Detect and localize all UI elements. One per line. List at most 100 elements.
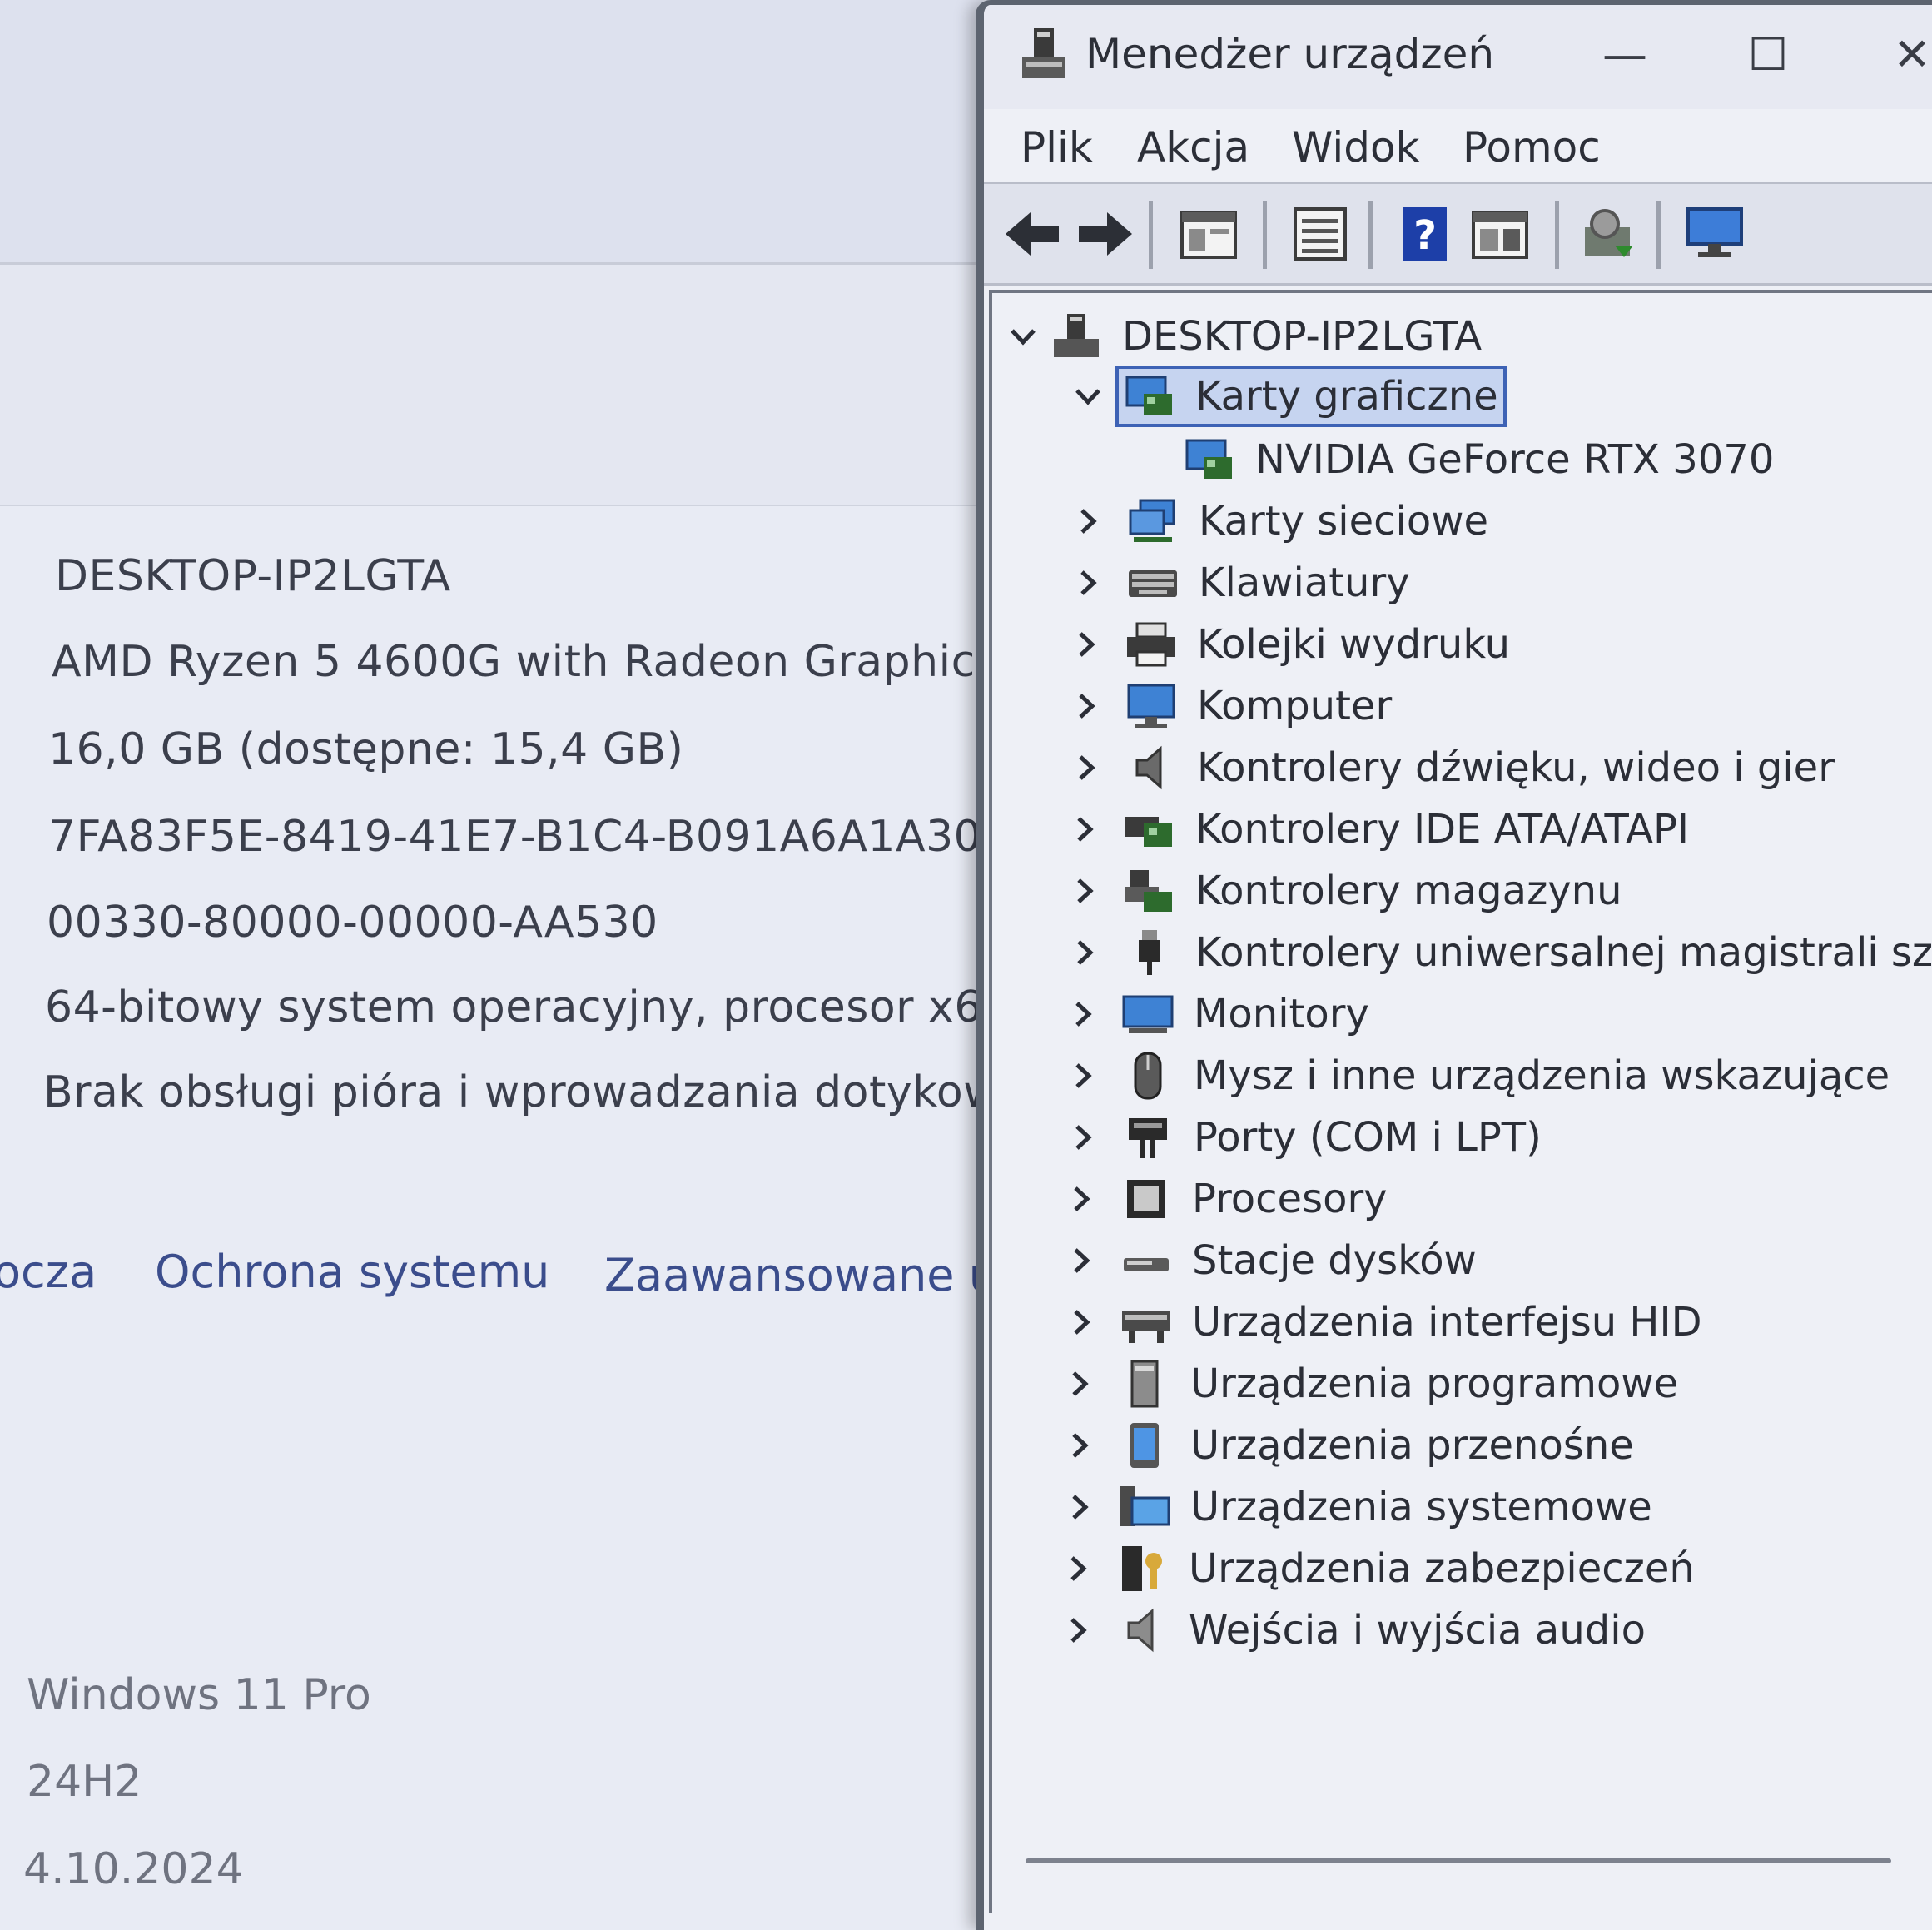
tree-category-usb-controllers[interactable]: Kontrolery uniwersalnej magistrali szere… <box>1065 924 1932 981</box>
tree-category-label: Porty (COM i LPT) <box>1194 1114 1542 1161</box>
toolbar-separator <box>1555 201 1559 269</box>
processor-value: AMD Ryzen 5 4600G with Radeon Graphics <box>52 637 982 687</box>
tree-category-hid[interactable]: Urządzenia interfejsu HID <box>1062 1294 1707 1351</box>
storage-controller-icon <box>1125 870 1172 912</box>
product-id-value: 00330-80000-00000-AA530 <box>47 898 658 948</box>
tree-category-sound-video-game[interactable]: Kontrolery dźwięku, wideo i gier <box>1067 739 1840 796</box>
chevron-right-icon[interactable] <box>1062 1303 1100 1341</box>
system-protection-link[interactable]: Ochrona systemu <box>155 1246 549 1298</box>
chevron-right-icon[interactable] <box>1059 1611 1097 1649</box>
tree-category-network-adapters[interactable]: Karty sieciowe <box>1069 493 1493 550</box>
update-driver-icon[interactable] <box>1577 202 1640 266</box>
tree-category-monitors[interactable]: Monitory <box>1064 986 1374 1042</box>
horizontal-scrollbar[interactable] <box>1026 1858 1891 1863</box>
tree-category-label: Urządzenia systemowe <box>1190 1484 1652 1530</box>
computer-tower-icon <box>1054 314 1099 357</box>
tree-category-ide-ata[interactable]: Kontrolery IDE ATA/ATAPI <box>1065 801 1694 858</box>
advanced-settings-link[interactable]: Zaawansowane u <box>604 1249 982 1301</box>
tree-category-system-devices[interactable]: Urządzenia systemowe <box>1060 1479 1657 1535</box>
chevron-right-icon[interactable] <box>1060 1365 1099 1403</box>
printer-icon <box>1127 622 1175 667</box>
menu-akcja[interactable]: Akcja <box>1137 123 1249 172</box>
windows-version-value: 24H2 <box>27 1757 142 1807</box>
chevron-right-icon[interactable] <box>1064 1118 1102 1157</box>
header-band <box>0 0 982 265</box>
back-icon[interactable] <box>1001 202 1064 266</box>
speaker-icon <box>1135 745 1162 790</box>
chevron-right-icon[interactable] <box>1064 995 1102 1033</box>
tree-category-label: Mysz i inne urządzenia wskazujące <box>1194 1052 1890 1099</box>
chevron-right-icon[interactable] <box>1064 1057 1102 1095</box>
menu-widok[interactable]: Widok <box>1292 123 1420 172</box>
network-adapter-icon <box>1129 499 1175 542</box>
tree-category-label: Stacje dysków <box>1192 1237 1477 1284</box>
tree-category-portable-devices[interactable]: Urządzenia przenośne <box>1060 1417 1639 1474</box>
tree-category-label: Procesory <box>1192 1176 1388 1222</box>
usb-plug-icon <box>1139 930 1160 975</box>
tree-category-mice[interactable]: Mysz i inne urządzenia wskazujące <box>1064 1047 1895 1104</box>
tree-category-label: Kolejki wydruku <box>1197 621 1511 668</box>
tree-category-label: Kontrolery magazynu <box>1195 868 1622 914</box>
link-partial[interactable]: ocza <box>0 1246 97 1298</box>
tree-category-label: Klawiatury <box>1199 560 1410 606</box>
chevron-right-icon[interactable] <box>1069 502 1107 540</box>
chevron-right-icon[interactable] <box>1069 564 1107 602</box>
tree-device-label: NVIDIA GeForce RTX 3070 <box>1255 436 1775 483</box>
tree-category-label: Kontrolery IDE ATA/ATAPI <box>1195 806 1690 853</box>
tree-category-audio-io[interactable]: Wejścia i wyjścia audio <box>1059 1602 1651 1659</box>
title-bar[interactable]: Menedżer urządzeń — ☐ ✕ <box>984 5 1932 109</box>
toolbar: ? <box>984 182 1932 286</box>
forward-icon[interactable] <box>1074 202 1137 266</box>
device-name-value: DESKTOP-IP2LGTA <box>55 551 451 601</box>
menu-bar: Plik Akcja Widok Pomoc <box>984 113 1932 180</box>
tree-device-gpu[interactable]: NVIDIA GeForce RTX 3070 <box>1184 431 1779 488</box>
details-list-icon[interactable] <box>1289 202 1352 266</box>
tree-category-display-adapters[interactable]: Karty graficzne <box>1069 366 1507 427</box>
tree-category-ports[interactable]: Porty (COM i LPT) <box>1064 1109 1547 1166</box>
tree-category-label: Wejścia i wyjścia audio <box>1189 1607 1646 1654</box>
tree-root-label: DESKTOP-IP2LGTA <box>1122 313 1483 360</box>
selected-item-highlight[interactable]: Karty graficzne <box>1115 366 1507 427</box>
chevron-right-icon[interactable] <box>1060 1426 1099 1465</box>
tree-category-security-devices[interactable]: Urządzenia zabezpieczeń <box>1059 1540 1700 1597</box>
tree-category-computer[interactable]: Komputer <box>1067 678 1397 734</box>
portable-device-icon <box>1130 1423 1159 1468</box>
minimize-button[interactable]: — <box>1592 28 1658 81</box>
help-icon[interactable]: ? <box>1393 202 1457 266</box>
chevron-down-icon[interactable] <box>1069 377 1107 415</box>
window-title: Menedżer urządzeń <box>1085 30 1495 78</box>
chevron-right-icon[interactable] <box>1062 1241 1100 1280</box>
device-tree[interactable]: DESKTOP-IP2LGTA Karty graficzne NVIDIA G… <box>989 290 1932 1913</box>
menu-pomoc[interactable]: Pomoc <box>1463 123 1601 172</box>
tree-category-software-devices[interactable]: Urządzenia programowe <box>1060 1355 1683 1412</box>
ide-controller-icon <box>1125 817 1172 847</box>
properties-view-icon[interactable] <box>1177 202 1240 266</box>
chevron-right-icon[interactable] <box>1065 810 1104 848</box>
tree-category-keyboards[interactable]: Klawiatury <box>1069 555 1415 611</box>
scan-hardware-icon[interactable] <box>1683 202 1746 266</box>
svg-text:?: ? <box>1413 212 1437 259</box>
system-info-window: DESKTOP-IP2LGTA AMD Ryzen 5 4600G with R… <box>0 0 982 1930</box>
tree-category-processors[interactable]: Procesory <box>1062 1171 1393 1227</box>
menu-plik[interactable]: Plik <box>1021 123 1093 172</box>
maximize-button[interactable]: ☐ <box>1735 28 1801 81</box>
tree-category-label: Karty sieciowe <box>1199 498 1489 545</box>
tree-category-label: Karty graficzne <box>1195 373 1498 420</box>
tree-root-row[interactable]: DESKTOP-IP2LGTA <box>1004 308 1487 365</box>
action-view-icon[interactable] <box>1468 202 1532 266</box>
chevron-down-icon[interactable] <box>1004 317 1042 356</box>
tree-category-disk-drives[interactable]: Stacje dysków <box>1062 1232 1482 1289</box>
tree-category-print-queues[interactable]: Kolejki wydruku <box>1067 616 1515 673</box>
close-button[interactable]: ✕ <box>1879 28 1932 81</box>
chevron-right-icon[interactable] <box>1065 872 1104 910</box>
chevron-right-icon[interactable] <box>1059 1549 1097 1588</box>
chevron-right-icon[interactable] <box>1067 749 1105 787</box>
chevron-right-icon[interactable] <box>1060 1488 1099 1526</box>
processor-chip-icon <box>1127 1180 1165 1218</box>
chevron-right-icon[interactable] <box>1067 625 1105 664</box>
chevron-right-icon[interactable] <box>1062 1180 1100 1218</box>
tree-category-label: Kontrolery dźwięku, wideo i gier <box>1197 744 1835 791</box>
chevron-right-icon[interactable] <box>1067 687 1105 725</box>
chevron-right-icon[interactable] <box>1065 933 1104 972</box>
tree-category-storage-controllers[interactable]: Kontrolery magazynu <box>1065 863 1627 919</box>
